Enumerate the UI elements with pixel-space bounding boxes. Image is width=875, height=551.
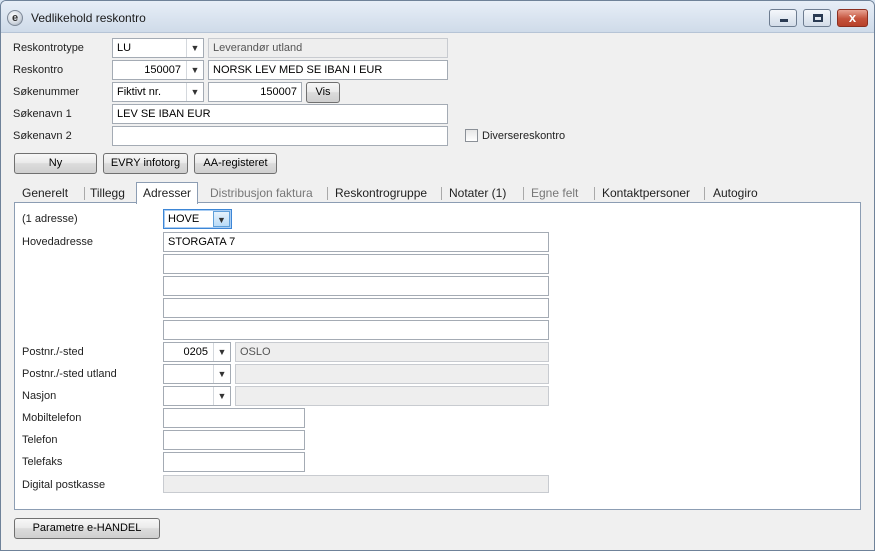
telefaks-field[interactable] [163, 452, 305, 472]
tab-kontaktpersoner[interactable]: Kontaktpersoner [596, 184, 696, 203]
postnr-select[interactable]: 0205 ▼ [163, 342, 231, 362]
nasjon-label: Nasjon [22, 390, 57, 402]
nasjon-name-field [235, 386, 549, 406]
postnr-value: 0205 [183, 346, 208, 358]
tab-autogiro[interactable]: Autogiro [707, 184, 764, 203]
tab-tillegg[interactable]: Tillegg [84, 184, 131, 203]
diversereskontro-checkbox[interactable] [465, 129, 478, 142]
maximize-icon [813, 14, 823, 22]
tab-separator [594, 187, 595, 200]
digital-postkasse-field [163, 475, 549, 493]
address-type-value: HOVE [168, 213, 200, 225]
address-line-4[interactable] [163, 298, 549, 318]
tab-separator [523, 187, 524, 200]
address-count-label: (1 adresse) [22, 213, 78, 225]
telefaks-label: Telefaks [22, 456, 63, 468]
chevron-down-icon[interactable]: ▼ [186, 39, 203, 57]
sokenavn2-field[interactable] [112, 126, 448, 146]
sokenavn2-label: Søkenavn 2 [13, 130, 72, 142]
title-bar[interactable]: e Vedlikehold reskontro x [1, 1, 874, 33]
aa-registeret-button[interactable]: AA-registeret [194, 153, 277, 174]
tab-separator [441, 187, 442, 200]
maximize-button[interactable] [803, 9, 831, 27]
close-icon: x [848, 10, 857, 25]
address-type-select[interactable]: HOVE ▼ [163, 209, 232, 229]
minimize-icon [780, 19, 788, 22]
tab-separator [327, 187, 328, 200]
evry-infotorg-button[interactable]: EVRY infotorg [103, 153, 188, 174]
tab-distribusjon-faktura[interactable]: Distribusjon faktura [204, 184, 319, 203]
parametre-ehandel-button[interactable]: Parametre e-HANDEL [14, 518, 160, 539]
chevron-down-icon[interactable]: ▼ [213, 211, 230, 227]
nasjon-select[interactable]: ▼ [163, 386, 231, 406]
app-icon: e [7, 10, 23, 26]
reskontro-label: Reskontro [13, 64, 64, 76]
reskontrotype-select[interactable]: LU ▼ [112, 38, 204, 58]
telefon-label: Telefon [22, 434, 58, 446]
minimize-button[interactable] [769, 9, 797, 27]
ny-button[interactable]: Ny [14, 153, 97, 174]
tab-egne-felt[interactable]: Egne felt [525, 184, 584, 203]
reskontro-name-field[interactable]: NORSK LEV MED SE IBAN I EUR [208, 60, 448, 80]
poststed-field: OSLO [235, 342, 549, 362]
hovedadresse-label: Hovedadresse [22, 236, 93, 248]
reskontrotype-value: LU [117, 42, 132, 54]
reskontro-number: 150007 [144, 64, 181, 76]
address-line-5[interactable] [163, 320, 549, 340]
reskontrotype-label: Reskontrotype [13, 42, 84, 54]
mobiltelefon-label: Mobiltelefon [22, 412, 82, 424]
postnr-label: Postnr./-sted [22, 346, 84, 358]
tab-notater[interactable]: Notater (1) [443, 184, 512, 203]
tab-adresser[interactable]: Adresser [136, 182, 199, 204]
postnr-utland-select[interactable]: ▼ [163, 364, 231, 384]
window-title: Vedlikehold reskontro [31, 11, 146, 25]
postnr-utland-label: Postnr./-sted utland [22, 368, 117, 380]
sokenummer-type-value: Fiktivt nr. [117, 86, 162, 98]
tab-separator [704, 187, 705, 200]
vis-button[interactable]: Vis [306, 82, 340, 103]
reskontrotype-description: Leverandør utland [208, 38, 448, 58]
sokenavn1-label: Søkenavn 1 [13, 108, 72, 120]
chevron-down-icon[interactable]: ▼ [213, 387, 230, 405]
adresser-panel: (1 adresse) HOVE ▼ Hovedadresse STORGATA… [14, 202, 861, 510]
sokenummer-label: Søkenummer [13, 86, 80, 98]
tab-generelt[interactable]: Generelt [16, 184, 74, 203]
mobiltelefon-field[interactable] [163, 408, 305, 428]
poststed-utland-field [235, 364, 549, 384]
address-line-2[interactable] [163, 254, 549, 274]
chevron-down-icon[interactable]: ▼ [186, 83, 203, 101]
close-button[interactable]: x [837, 9, 868, 27]
chevron-down-icon[interactable]: ▼ [186, 61, 203, 79]
diversereskontro-label: Diversereskontro [482, 130, 566, 142]
tab-strip: Generelt Tillegg Adresser Distribusjon f… [14, 182, 861, 204]
address-line-3[interactable] [163, 276, 549, 296]
chevron-down-icon[interactable]: ▼ [213, 343, 230, 361]
tab-reskontrogruppe[interactable]: Reskontrogruppe [329, 184, 433, 203]
sokenavn1-field[interactable]: LEV SE IBAN EUR [112, 104, 448, 124]
sokenummer-field[interactable]: 150007 [208, 82, 302, 102]
digital-postkasse-label: Digital postkasse [22, 479, 106, 491]
main-window: e Vedlikehold reskontro x Reskontrotype … [0, 0, 875, 551]
reskontro-select[interactable]: 150007 ▼ [112, 60, 204, 80]
chevron-down-icon[interactable]: ▼ [213, 365, 230, 383]
sokenummer-type-select[interactable]: Fiktivt nr. ▼ [112, 82, 204, 102]
telefon-field[interactable] [163, 430, 305, 450]
address-line-1[interactable]: STORGATA 7 [163, 232, 549, 252]
